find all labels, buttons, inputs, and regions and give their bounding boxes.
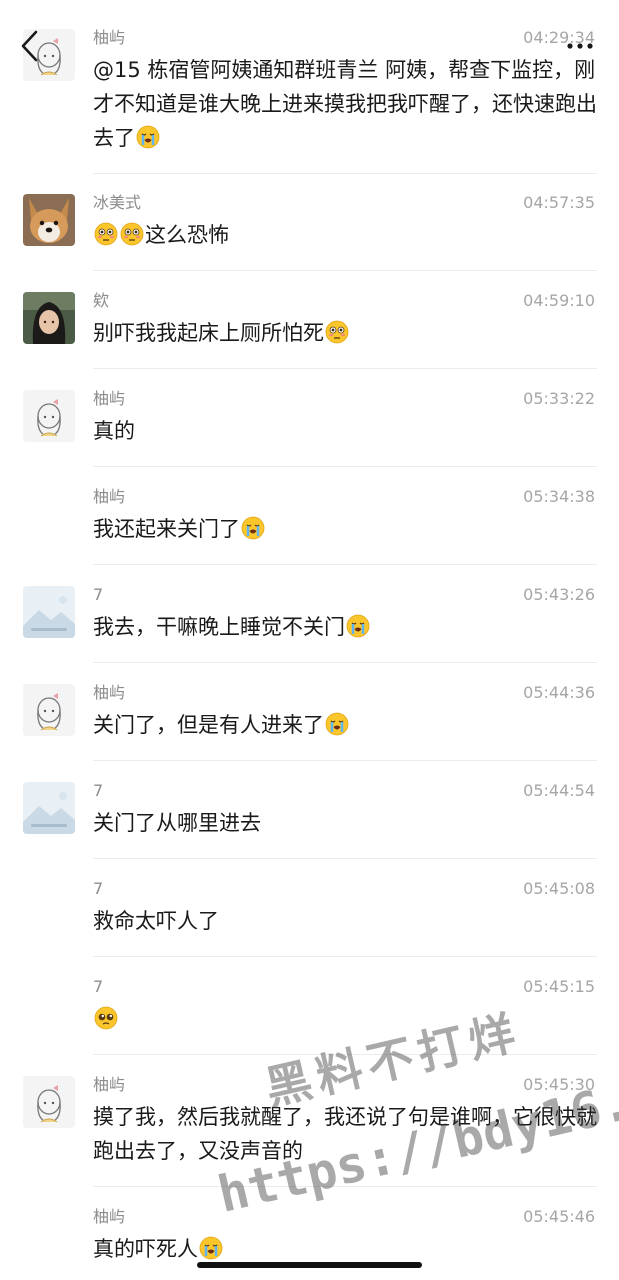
message-time: 05:33:22: [523, 389, 595, 408]
message-time: 05:44:54: [523, 781, 595, 800]
message-divider: [93, 368, 597, 369]
message-text: 关门了，但是有人进来了: [93, 708, 597, 742]
sender-name: 柚屿: [93, 1207, 126, 1226]
message-divider: [93, 1054, 597, 1055]
message-text-content: 真的吓死人: [93, 1237, 198, 1261]
sender-name: 7: [93, 781, 104, 800]
loudly-crying-emoji: [346, 614, 370, 638]
back-button[interactable]: [16, 28, 46, 64]
chevron-left-icon: [21, 30, 38, 62]
sender-name: 柚屿: [93, 389, 126, 408]
message-text: 别吓我我起床上厕所怕死: [93, 316, 597, 350]
message-text-content: @15 栋宿管阿姨通知群班青兰 阿姨，帮查下监控，刚才不知道是谁大晚上进来摸我把…: [93, 58, 597, 150]
avatar-youyu[interactable]: [23, 1076, 75, 1128]
avatar-seven[interactable]: [23, 782, 75, 834]
message-time: 05:45:08: [523, 879, 595, 898]
message-text: [93, 1002, 597, 1036]
message-time: 05:43:26: [523, 585, 595, 604]
message-divider: [93, 858, 597, 859]
avatar-ai[interactable]: [23, 292, 75, 344]
girl-photo-avatar: [23, 292, 75, 344]
avatar-youyu[interactable]: [23, 684, 75, 736]
sender-name: 柚屿: [93, 487, 126, 506]
message-divider: [93, 564, 597, 565]
flushed-emoji: [120, 222, 144, 246]
sender-name: 冰美式: [93, 193, 142, 212]
message-divider: [93, 662, 597, 663]
flushed-emoji: [325, 320, 349, 344]
message-text: @15 栋宿管阿姨通知群班青兰 阿姨，帮查下监控，刚才不知道是谁大晚上进来摸我把…: [93, 53, 597, 155]
message-text-content: 我去，干嘛晚上睡觉不关门: [93, 615, 345, 639]
flushed-emoji: [94, 222, 118, 246]
avatar-bingmeishi[interactable]: [23, 194, 75, 246]
message-divider: [93, 173, 597, 174]
message-divider: [93, 760, 597, 761]
sender-name: 柚屿: [93, 683, 126, 702]
message-time: 05:45:46: [523, 1207, 595, 1226]
message-text: 救命太吓人了: [93, 904, 597, 938]
chat-history-screen: 柚屿 04:29:34 @15 栋宿管阿姨通知群班青兰 阿姨，帮查下监控，刚才不…: [0, 0, 619, 1280]
message-text: 真的吓死人: [93, 1232, 597, 1266]
message-text-content: 救命太吓人了: [93, 909, 219, 933]
dog-photo-avatar: [23, 194, 75, 246]
message-text: 关门了从哪里进去: [93, 806, 597, 840]
message-text-content: 关门了，但是有人进来了: [93, 713, 324, 737]
message-divider: [93, 956, 597, 957]
sender-name: 欸: [93, 291, 110, 310]
message-time: 05:44:36: [523, 683, 595, 702]
avatar-seven[interactable]: [23, 586, 75, 638]
sender-name: 柚屿: [93, 28, 126, 47]
message-time: 04:57:35: [523, 193, 595, 212]
loudly-crying-emoji: [136, 125, 160, 149]
sender-name: 7: [93, 977, 104, 996]
message-text: 摸了我，然后我就醒了，我还说了句是谁啊，它很快就跑出去了，又没声音的: [93, 1100, 597, 1168]
loudly-crying-emoji: [241, 516, 265, 540]
landscape-placeholder-avatar: [23, 586, 75, 638]
message-text-content: 别吓我我起床上厕所怕死: [93, 321, 324, 345]
loudly-crying-emoji: [325, 712, 349, 736]
sender-name: 柚屿: [93, 1075, 126, 1094]
girl-illustration-avatar: [23, 390, 75, 442]
message-divider: [93, 466, 597, 467]
message-text-content: 这么恐怖: [145, 223, 229, 247]
message-text-content: 真的: [93, 419, 135, 443]
more-dots-icon: [567, 43, 593, 49]
avatar-youyu[interactable]: [23, 390, 75, 442]
message-text: 我去，干嘛晚上睡觉不关门: [93, 610, 597, 644]
girl-illustration-avatar: [23, 1076, 75, 1128]
message-time: 05:45:15: [523, 977, 595, 996]
message-time: 04:59:10: [523, 291, 595, 310]
message-time: 05:34:38: [523, 487, 595, 506]
message-text: 真的: [93, 414, 597, 448]
message-text: 我还起来关门了: [93, 512, 597, 546]
sender-name: 7: [93, 879, 104, 898]
message-time: 05:45:30: [523, 1075, 595, 1094]
message-divider: [93, 270, 597, 271]
loudly-crying-emoji: [199, 1236, 223, 1260]
girl-illustration-avatar: [23, 684, 75, 736]
landscape-placeholder-avatar: [23, 782, 75, 834]
message-text-content: 我还起来关门了: [93, 517, 240, 541]
message-text-content: 摸了我，然后我就醒了，我还说了句是谁啊，它很快就跑出去了，又没声音的: [93, 1105, 597, 1163]
message-divider: [93, 1186, 597, 1187]
pleading-emoji: [94, 1006, 118, 1030]
message-text-content: 关门了从哪里进去: [93, 811, 261, 835]
more-button[interactable]: [565, 38, 595, 54]
message-text: 这么恐怖: [93, 218, 597, 252]
home-indicator[interactable]: [197, 1262, 422, 1268]
sender-name: 7: [93, 585, 104, 604]
